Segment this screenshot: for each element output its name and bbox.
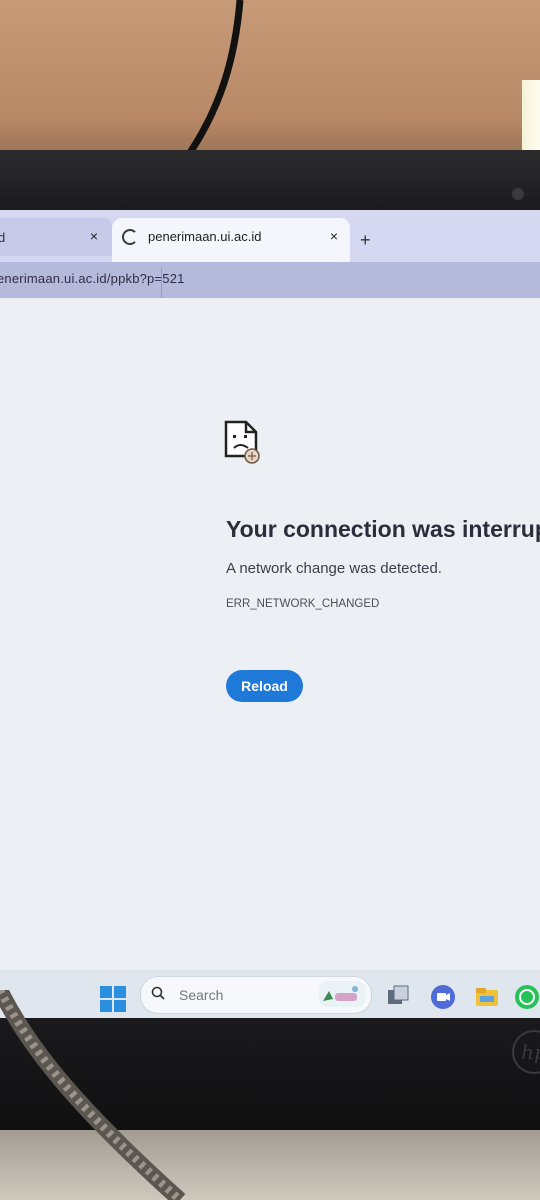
tab-active-title: penerimaan.ui.ac.id <box>148 229 262 244</box>
task-view-icon[interactable] <box>386 984 412 1010</box>
monitor-bezel-top <box>0 150 540 212</box>
background-wall <box>0 0 540 170</box>
error-message: A network change was detected. <box>226 560 442 577</box>
tab-previous-close-icon[interactable]: × <box>86 228 102 244</box>
address-bar-url[interactable]: enerimaan.ui.ac.id/ppkb?p=521 <box>0 271 185 286</box>
browser-tab-strip: d × penerimaan.ui.ac.id × + <box>0 210 540 264</box>
error-code: ERR_NETWORK_CHANGED <box>226 598 380 610</box>
error-heading: Your connection was interrup <box>226 516 540 542</box>
file-explorer-icon[interactable] <box>474 984 500 1010</box>
reload-button[interactable]: Reload <box>226 670 303 702</box>
meet-icon[interactable] <box>430 984 456 1010</box>
monitor-screen: d × penerimaan.ui.ac.id × + enerimaan.ui… <box>0 210 540 1020</box>
tab-active-close-icon[interactable]: × <box>326 228 342 244</box>
braided-cable <box>0 990 186 1200</box>
error-page: Your connection was interrup A network c… <box>0 298 540 970</box>
whatsapp-icon[interactable] <box>514 984 540 1010</box>
tab-previous[interactable]: d × <box>0 218 112 256</box>
new-tab-plus-icon[interactable]: + <box>360 230 371 251</box>
sad-document-icon <box>224 420 260 464</box>
address-bar[interactable]: enerimaan.ui.ac.id/ppkb?p=521 <box>0 262 540 298</box>
tab-active[interactable]: penerimaan.ui.ac.id × <box>112 218 350 264</box>
search-highlight-illustration-icon <box>319 981 365 1007</box>
loading-spinner-icon <box>122 229 138 245</box>
tab-previous-title: d <box>0 230 6 245</box>
background-cable <box>182 0 244 160</box>
webcam-icon <box>512 188 524 200</box>
